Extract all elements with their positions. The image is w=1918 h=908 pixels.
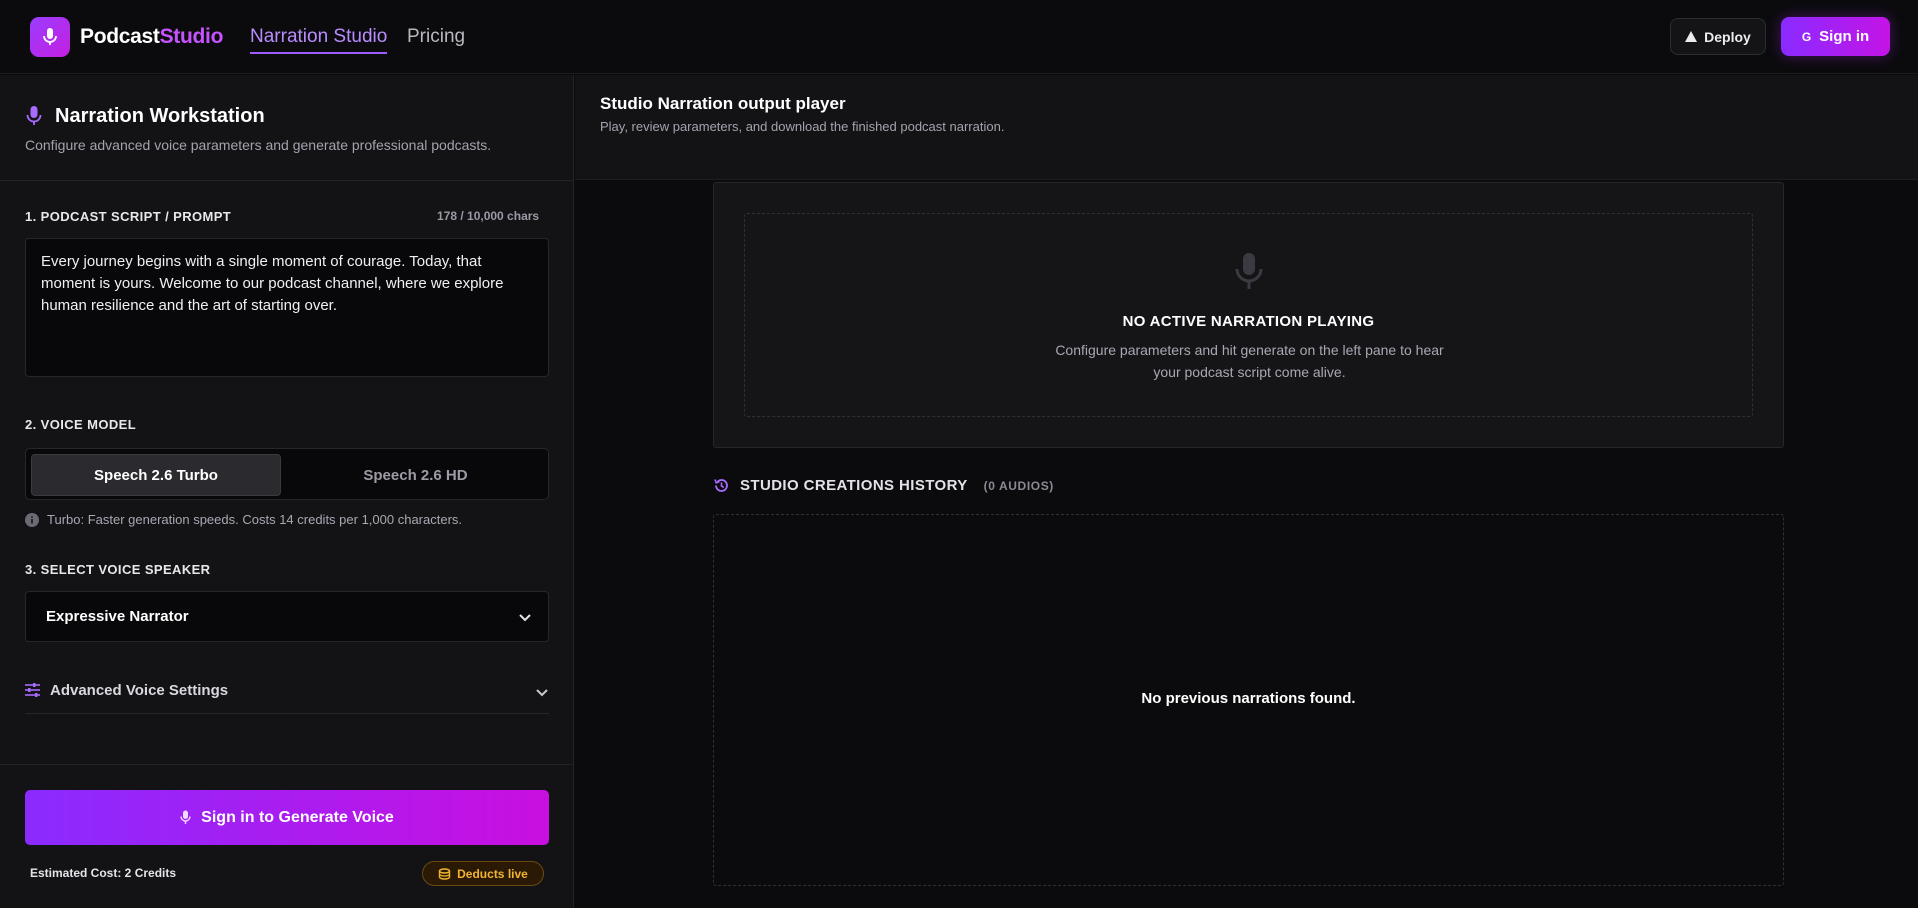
voice-model-toggle: Speech 2.6 Turbo Speech 2.6 HD [25, 448, 549, 500]
nav-narration-studio[interactable]: Narration Studio [250, 26, 388, 54]
player-subtitle: Play, review parameters, and download th… [600, 119, 1005, 134]
script-label: 1. PODCAST SCRIPT / PROMPT [25, 209, 232, 224]
narration-player: NO ACTIVE NARRATION PLAYING Configure pa… [713, 182, 1784, 448]
coins-icon [438, 867, 451, 880]
deploy-triangle-icon [1685, 31, 1698, 42]
player-empty-state: NO ACTIVE NARRATION PLAYING Configure pa… [744, 213, 1753, 417]
script-textarea[interactable]: Every journey begins with a single momen… [25, 238, 549, 377]
chevron-down-icon [536, 689, 548, 697]
history-icon [714, 479, 728, 492]
nav-pricing[interactable]: Pricing [407, 26, 465, 48]
mic-icon [1235, 252, 1263, 297]
char-count: 178 / 10,000 chars [437, 209, 540, 223]
voice-speaker-label: 3. SELECT VOICE SPEAKER [25, 562, 211, 577]
deducts-live-badge: Deducts live [422, 861, 544, 886]
workstation-title: Narration Workstation [55, 105, 265, 127]
advanced-voice-settings-label: Advanced Voice Settings [50, 682, 229, 699]
brand-name[interactable]: PodcastStudio [80, 25, 223, 49]
logo-mic-icon[interactable] [30, 17, 70, 57]
workstation-subtitle: Configure advanced voice parameters and … [25, 137, 492, 153]
deploy-label: Deploy [1704, 28, 1751, 45]
chevron-down-icon [519, 614, 531, 622]
mic-icon [26, 105, 42, 132]
history-count: (0 AUDIOS) [983, 478, 1054, 493]
sliders-icon [25, 683, 40, 697]
brand-part2: Studio [159, 25, 224, 48]
top-header: PodcastStudio Narration Studio Pricing D… [0, 0, 1918, 74]
player-header: Studio Narration output player Play, rev… [575, 75, 1918, 180]
advanced-voice-settings-toggle[interactable]: Advanced Voice Settings [25, 674, 549, 714]
generate-voice-label: Sign in to Generate Voice [201, 808, 394, 826]
brand-part1: Podcast [80, 25, 160, 48]
history-title: STUDIO CREATIONS HISTORY [740, 477, 968, 494]
history-header: STUDIO CREATIONS HISTORY (0 AUDIOS) [713, 477, 1054, 494]
generate-footer: Sign in to Generate Voice Estimated Cost… [0, 764, 574, 908]
player-title: Studio Narration output player [600, 94, 846, 113]
workstation-header: Narration Workstation Configure advanced… [0, 75, 574, 181]
generate-voice-button[interactable]: Sign in to Generate Voice [25, 790, 549, 845]
no-narration-subtitle: Configure parameters and hit generate on… [1055, 342, 1444, 380]
voice-model-hd-option[interactable]: Speech 2.6 HD [288, 454, 543, 496]
deducts-live-label: Deducts live [457, 866, 528, 881]
output-player-pane: Studio Narration output player Play, rev… [575, 75, 1918, 908]
info-icon [25, 512, 39, 527]
signin-button[interactable]: G Sign in [1781, 17, 1890, 56]
narration-workstation-pane: Narration Workstation Configure advanced… [0, 75, 574, 908]
voice-model-label: 2. VOICE MODEL [25, 417, 137, 432]
voice-model-info-text: Turbo: Faster generation speeds. Costs 1… [47, 512, 463, 527]
signin-label: Sign in [1819, 28, 1870, 45]
deploy-button[interactable]: Deploy [1670, 18, 1766, 55]
no-narration-title: NO ACTIVE NARRATION PLAYING [1122, 313, 1375, 330]
history-empty-message: No previous narrations found. [1141, 690, 1356, 707]
google-g-icon: G [1801, 29, 1812, 44]
mic-icon [180, 810, 191, 824]
voice-model-info: Turbo: Faster generation speeds. Costs 1… [25, 512, 462, 527]
voice-model-turbo-option[interactable]: Speech 2.6 Turbo [31, 454, 281, 496]
estimated-cost: Estimated Cost: 2 Credits [30, 866, 177, 880]
voice-speaker-value: Expressive Narrator [46, 608, 189, 625]
voice-speaker-select[interactable]: Expressive Narrator [25, 591, 549, 642]
history-list: No previous narrations found. [713, 514, 1784, 886]
